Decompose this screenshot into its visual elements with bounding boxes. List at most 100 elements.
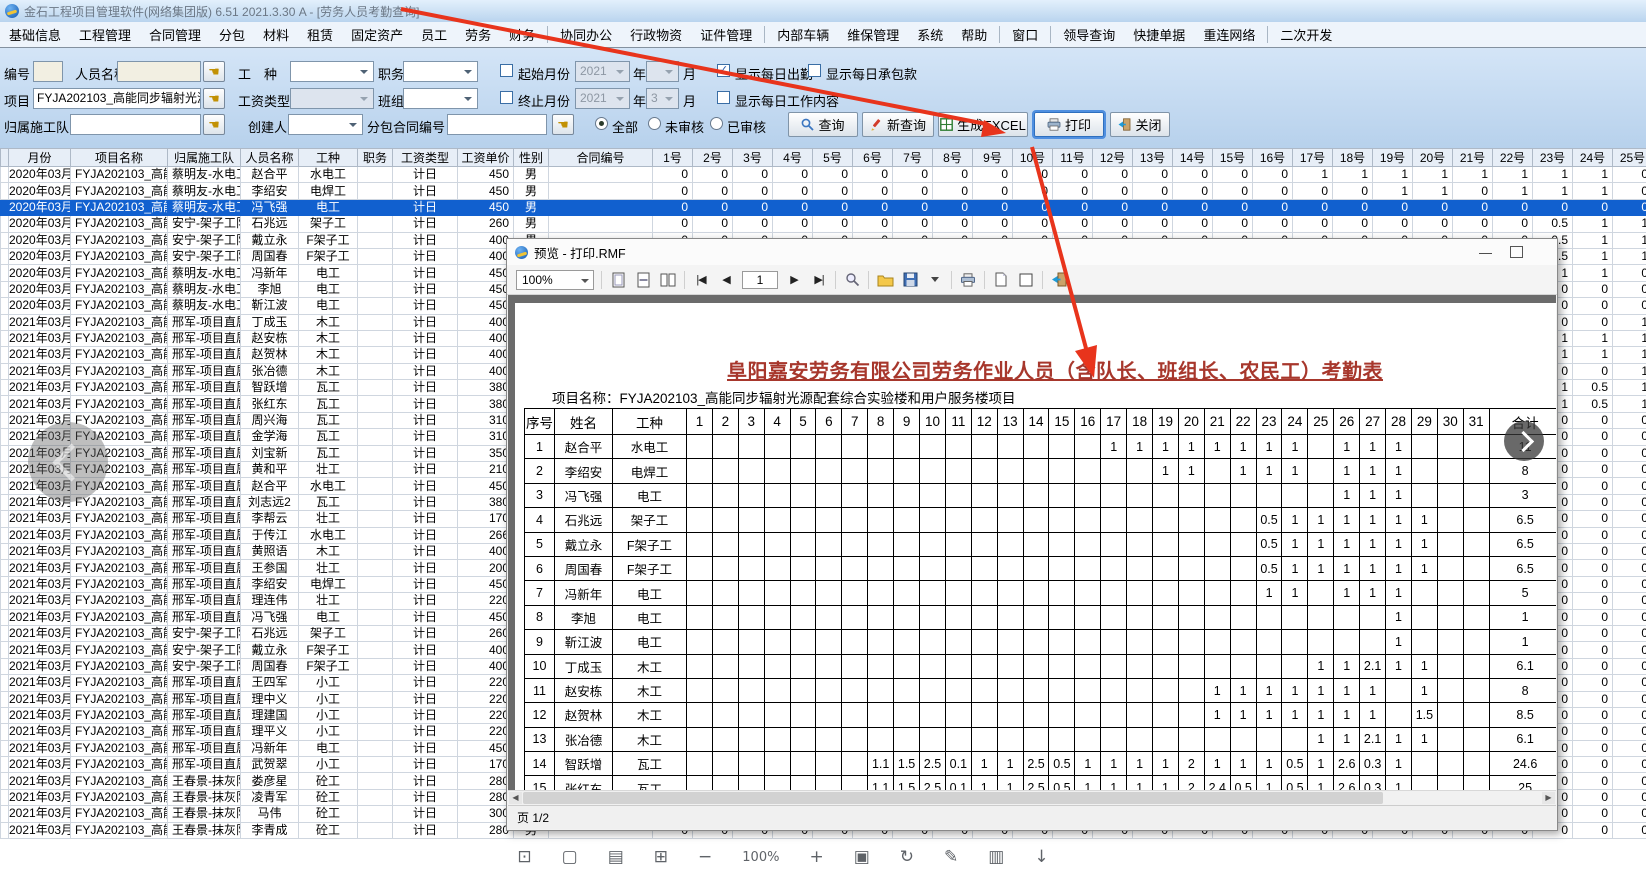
- menu-item-18[interactable]: 帮助: [952, 25, 996, 44]
- table-row[interactable]: 2020年03月FYJA202103_高能同步辐射光源配套综合实验楼和用户服务楼…: [1, 167, 1646, 183]
- copy-icon[interactable]: ▥: [988, 847, 1004, 867]
- first-page-button[interactable]: |◀: [692, 270, 710, 290]
- person-name-input[interactable]: [117, 61, 201, 82]
- radio-audited[interactable]: [710, 117, 723, 130]
- margins-icon[interactable]: [1017, 270, 1035, 290]
- download-icon[interactable]: ↓: [1034, 847, 1048, 867]
- menu-item-23[interactable]: 快捷单据: [1124, 25, 1194, 44]
- start-month-checkbox[interactable]: [500, 64, 513, 77]
- menu-item-15[interactable]: 内部车辆: [768, 25, 838, 44]
- preview-hscrollbar[interactable]: ◀ ▶: [508, 790, 1556, 805]
- end-month-select[interactable]: 3: [646, 88, 679, 109]
- zoom-in-icon[interactable]: +: [809, 847, 823, 867]
- grid-icon[interactable]: ⊞: [654, 847, 668, 867]
- excel-button[interactable]: 生成EXCEL: [938, 112, 1028, 137]
- trade-label: 工 种: [238, 64, 277, 83]
- menu-item-13[interactable]: 证件管理: [691, 25, 761, 44]
- menu-item-0[interactable]: 基础信息: [0, 25, 70, 44]
- no-input[interactable]: [33, 61, 63, 82]
- floating-back-button[interactable]: [28, 422, 108, 502]
- menu-item-5[interactable]: 租赁: [298, 25, 342, 44]
- close-preview-door-icon[interactable]: [1050, 270, 1068, 290]
- menu-item-20[interactable]: 窗口: [1003, 25, 1047, 44]
- project-input[interactable]: FYJA202103_高能同步辐射光源配套综合实验楼和用户服务楼项目: [33, 88, 201, 109]
- scroll-thumb[interactable]: [523, 792, 1383, 804]
- prev-page-button[interactable]: ◀: [717, 270, 735, 290]
- radio-unaudited[interactable]: [648, 117, 661, 130]
- scroll-right-icon[interactable]: ▶: [1542, 792, 1555, 804]
- report-row: 5戴立永F架子工0.51111116.5: [525, 532, 1557, 556]
- menu-item-2[interactable]: 合同管理: [140, 25, 210, 44]
- page-width-icon[interactable]: [634, 270, 652, 290]
- hand-pointer-icon: ☚: [208, 117, 220, 132]
- trade-select[interactable]: [290, 61, 374, 82]
- menu-item-1[interactable]: 工程管理: [70, 25, 140, 44]
- table-row[interactable]: 2020年03月FYJA202103_高能同步辐射光源配套综合实验楼和用户服务楼…: [1, 216, 1646, 232]
- end-year-select[interactable]: 2021: [575, 88, 630, 109]
- expand-icon[interactable]: ▢: [562, 847, 578, 867]
- page-number-input[interactable]: 1: [742, 271, 778, 289]
- menu-item-16[interactable]: 维保管理: [838, 25, 908, 44]
- table-row[interactable]: 2020年03月FYJA202103_高能同步辐射光源配套综合实验楼和用户服务楼…: [1, 199, 1646, 215]
- save-options-arrow-icon[interactable]: [926, 270, 944, 290]
- fit-icon[interactable]: ▣: [854, 847, 870, 867]
- print-button[interactable]: 打印: [1034, 112, 1104, 137]
- rotate-icon[interactable]: ↻: [900, 847, 914, 867]
- menu-item-12[interactable]: 行政物资: [621, 25, 691, 44]
- menu-item-3[interactable]: 分包: [210, 25, 254, 44]
- open-file-icon[interactable]: [876, 270, 894, 290]
- creator-select[interactable]: [288, 114, 363, 135]
- wage-type-select[interactable]: [290, 88, 374, 109]
- start-month-select[interactable]: [646, 61, 679, 82]
- whole-page-icon[interactable]: [609, 270, 627, 290]
- team-picker-button[interactable]: ☚: [203, 114, 225, 135]
- show-daily-work-checkbox[interactable]: [717, 91, 730, 104]
- two-pages-icon[interactable]: [659, 270, 677, 290]
- page-setup-icon[interactable]: [992, 270, 1010, 290]
- show-daily-contract-checkbox[interactable]: [808, 64, 821, 77]
- floating-next-button[interactable]: [1504, 421, 1544, 461]
- next-page-button[interactable]: ▶: [785, 270, 803, 290]
- menu-item-11[interactable]: 协同办公: [551, 25, 621, 44]
- thumbnails-icon[interactable]: ▤: [608, 847, 624, 867]
- minimize-icon[interactable]: —: [1479, 245, 1492, 260]
- scroll-left-icon[interactable]: ◀: [509, 792, 522, 804]
- last-page-button[interactable]: ▶|: [810, 270, 828, 290]
- project-picker-button[interactable]: ☚: [203, 88, 225, 109]
- zoom-level[interactable]: 100%: [742, 847, 779, 868]
- menu-item-24[interactable]: 重连网络: [1194, 25, 1264, 44]
- duty-select[interactable]: [403, 61, 478, 82]
- app-window: 金石工程项目管理软件(网络集团版) 6.51 2021.3.30 A - [劳务…: [0, 0, 1646, 896]
- zoom-out-icon[interactable]: −: [698, 847, 712, 867]
- query-button[interactable]: 查询: [788, 112, 858, 137]
- close-button[interactable]: 关闭: [1110, 112, 1170, 137]
- menu-item-8[interactable]: 劳务: [456, 25, 500, 44]
- menu-item-22[interactable]: 领导查询: [1054, 25, 1124, 44]
- preview-titlebar[interactable]: 预览 - 打印.RMF —: [507, 239, 1557, 265]
- menu-item-4[interactable]: 材料: [254, 25, 298, 44]
- start-year-select[interactable]: 2021: [575, 61, 630, 82]
- class-select[interactable]: [403, 88, 478, 109]
- frame-icon[interactable]: ⊡: [517, 847, 531, 867]
- menu-item-26[interactable]: 二次开发: [1271, 25, 1341, 44]
- subcontract-input[interactable]: [447, 114, 547, 135]
- person-picker-button[interactable]: ☚: [203, 61, 225, 82]
- menu-item-7[interactable]: 员工: [412, 25, 456, 44]
- radio-all[interactable]: [595, 117, 608, 130]
- save-icon[interactable]: [901, 270, 919, 290]
- maximize-icon[interactable]: [1510, 246, 1523, 258]
- print-page-icon[interactable]: [959, 270, 977, 290]
- table-row[interactable]: 2020年03月FYJA202103_高能同步辐射光源配套综合实验楼和用户服务楼…: [1, 183, 1646, 199]
- new-query-button[interactable]: 新查询: [862, 112, 934, 137]
- edit-icon[interactable]: ✎: [944, 847, 958, 867]
- subcontract-picker-button[interactable]: ☚: [552, 114, 574, 135]
- menu-item-6[interactable]: 固定资产: [342, 25, 412, 44]
- menu-item-9[interactable]: 财务: [500, 25, 544, 44]
- team-input[interactable]: [70, 114, 201, 135]
- window-title: 金石工程项目管理软件(网络集团版) 6.51 2021.3.30 A - [劳务…: [24, 3, 419, 20]
- zoom-tool-icon[interactable]: [843, 270, 861, 290]
- end-month-checkbox[interactable]: [500, 91, 513, 104]
- zoom-select[interactable]: 100%: [516, 270, 594, 290]
- menu-item-17[interactable]: 系统: [908, 25, 952, 44]
- show-daily-attendance-checkbox[interactable]: ✓: [717, 64, 730, 77]
